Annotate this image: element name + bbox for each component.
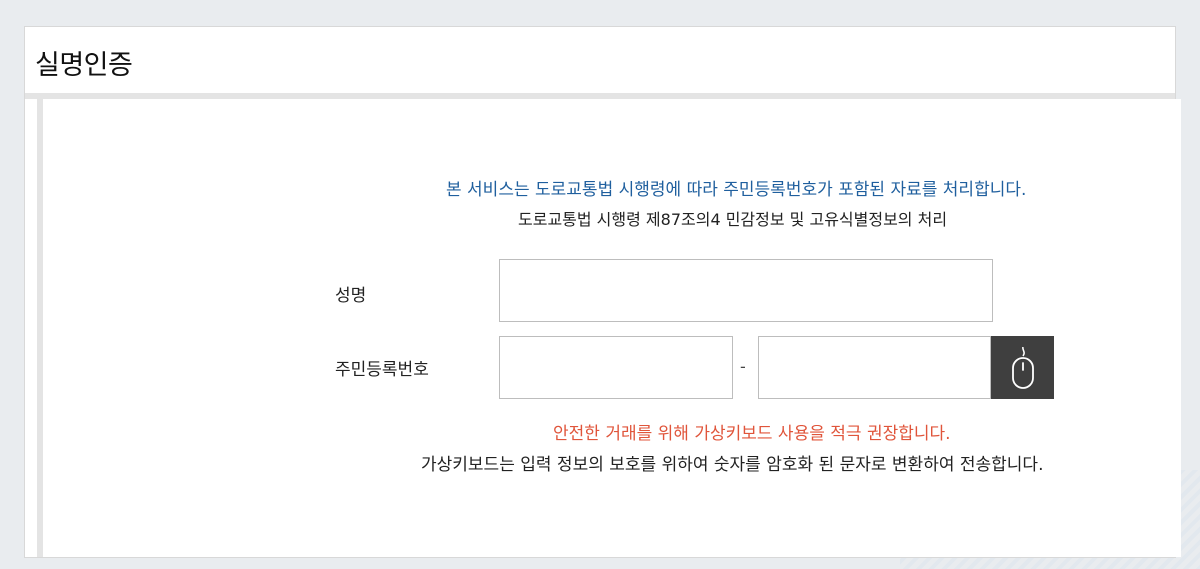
title-bar: 실명인증 xyxy=(25,27,1175,93)
law-reference: 도로교통법 시행령 제87조의4 민감정보 및 고유식별정보의 처리 xyxy=(518,210,948,229)
keyboard-recommend-notice: 안전한 거래를 위해 가상키보드 사용을 적극 권장합니다. xyxy=(553,424,951,444)
keyboard-explain-notice: 가상키보드는 입력 정보의 보호를 위하여 숫자를 암호화 된 문자로 변환하여… xyxy=(421,455,1044,475)
rrn-front-input[interactable] xyxy=(499,336,733,399)
mouse-icon xyxy=(1011,346,1034,389)
rrn-label: 주민등록번호 xyxy=(335,360,429,380)
service-notice: 본 서비스는 도로교통법 시행령에 따라 주민등록번호가 포함된 자료를 처리합… xyxy=(446,180,1027,200)
rrn-back-input[interactable] xyxy=(758,336,991,399)
real-name-verification-panel: 실명인증 본 서비스는 도로교통법 시행령에 따라 주민등록번호가 포함된 자료… xyxy=(24,26,1181,558)
verification-form-area: 본 서비스는 도로교통법 시행령에 따라 주민등록번호가 포함된 자료를 처리합… xyxy=(37,99,1181,557)
rrn-separator: - xyxy=(740,357,746,376)
name-input[interactable] xyxy=(499,259,993,322)
name-label: 성명 xyxy=(335,286,367,306)
virtual-keyboard-button[interactable] xyxy=(991,336,1054,399)
page-title: 실명인증 xyxy=(35,50,133,81)
